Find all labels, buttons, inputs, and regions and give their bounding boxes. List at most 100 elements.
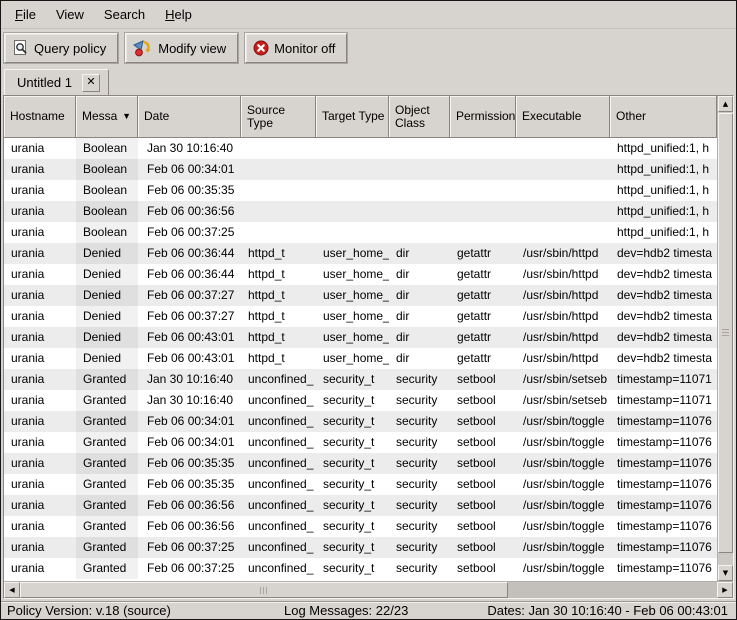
column-header-permission[interactable]: Permission — [450, 96, 516, 138]
cell-permission — [450, 180, 516, 201]
table-row[interactable]: uraniaBooleanFeb 06 00:35:35httpd_unifie… — [4, 180, 717, 201]
table-row[interactable]: uraniaGrantedFeb 06 00:37:25unconfined_s… — [4, 558, 717, 579]
tab-close-button[interactable]: ✕ — [82, 74, 100, 92]
cell-messa: Granted — [76, 537, 138, 558]
table-row[interactable]: uraniaDeniedFeb 06 00:37:27httpd_tuser_h… — [4, 306, 717, 327]
column-header-source-type[interactable]: Source Type — [241, 96, 316, 138]
cell-source-type — [241, 222, 316, 243]
table-header-row: Hostname Messa▼ Date Source Type Target … — [4, 96, 717, 138]
cell-target-type — [316, 138, 389, 159]
cell-date: Feb 06 00:36:44 — [138, 264, 241, 285]
cell-executable: /usr/sbin/toggle — [516, 432, 610, 453]
log-table-frame: Hostname Messa▼ Date Source Type Target … — [3, 95, 734, 599]
table-row[interactable]: uraniaBooleanFeb 06 00:34:01httpd_unifie… — [4, 159, 717, 180]
menu-item-accel: H — [165, 7, 174, 22]
cell-messa: Granted — [76, 432, 138, 453]
table-row[interactable]: uraniaGrantedFeb 06 00:34:01unconfined_s… — [4, 432, 717, 453]
cell-source-type: httpd_t — [241, 243, 316, 264]
column-header-executable[interactable]: Executable — [516, 96, 610, 138]
menu-view[interactable]: View — [49, 3, 91, 27]
horizontal-scrollbar-track[interactable] — [20, 582, 717, 598]
table-row[interactable]: uraniaGrantedFeb 06 00:35:35unconfined_s… — [4, 453, 717, 474]
cell-executable: /usr/sbin/toggle — [516, 516, 610, 537]
column-header-object-class[interactable]: Object Class — [389, 96, 450, 138]
table-row[interactable]: uraniaGrantedJan 30 10:16:40unconfined_s… — [4, 390, 717, 411]
cell-date: Jan 30 10:16:40 — [138, 138, 241, 159]
cell-target-type — [316, 201, 389, 222]
tab-untitled-1[interactable]: Untitled 1 ✕ — [4, 69, 109, 95]
column-header-label: Target Type — [322, 110, 384, 123]
cell-hostname: urania — [4, 495, 76, 516]
table-row[interactable]: uraniaDeniedFeb 06 00:36:44httpd_tuser_h… — [4, 243, 717, 264]
cell-source-type: unconfined_ — [241, 369, 316, 390]
table-row[interactable]: uraniaDeniedFeb 06 00:36:44httpd_tuser_h… — [4, 264, 717, 285]
column-header-label: Hostname — [10, 110, 65, 123]
vertical-scrollbar-track[interactable] — [718, 112, 733, 565]
cell-source-type — [241, 138, 316, 159]
cell-executable: /usr/sbin/setseb — [516, 369, 610, 390]
cell-messa: Denied — [76, 285, 138, 306]
table-row[interactable]: uraniaGrantedJan 30 10:16:40unconfined_s… — [4, 369, 717, 390]
cell-date: Feb 06 00:36:56 — [138, 516, 241, 537]
table-row[interactable]: uraniaDeniedFeb 06 00:37:27httpd_tuser_h… — [4, 285, 717, 306]
column-header-date[interactable]: Date — [138, 96, 241, 138]
column-header-hostname[interactable]: Hostname — [4, 96, 76, 138]
cell-other: httpd_unified:1, h — [610, 180, 717, 201]
horizontal-scrollbar-thumb[interactable] — [20, 582, 508, 598]
cell-source-type: unconfined_ — [241, 558, 316, 579]
cell-date: Feb 06 00:43:01 — [138, 348, 241, 369]
table-row[interactable]: uraniaGrantedFeb 06 00:34:01unconfined_s… — [4, 411, 717, 432]
vertical-scrollbar[interactable]: ▲ ▼ — [717, 96, 733, 581]
cell-executable — [516, 180, 610, 201]
cell-executable: /usr/sbin/httpd — [516, 327, 610, 348]
scroll-up-button[interactable]: ▲ — [718, 96, 733, 112]
column-header-target-type[interactable]: Target Type — [316, 96, 389, 138]
table-row[interactable]: uraniaGrantedFeb 06 00:35:35unconfined_s… — [4, 474, 717, 495]
cell-permission: setbool — [450, 537, 516, 558]
menu-help[interactable]: Help — [158, 3, 199, 27]
cell-object-class: security — [389, 474, 450, 495]
table-row[interactable]: uraniaGrantedFeb 06 00:37:25unconfined_s… — [4, 537, 717, 558]
cell-object-class: dir — [389, 327, 450, 348]
cell-object-class: security — [389, 453, 450, 474]
column-header-other[interactable]: Other — [610, 96, 717, 138]
cell-permission: getattr — [450, 285, 516, 306]
scroll-down-button[interactable]: ▼ — [718, 565, 733, 581]
cell-target-type: security_t — [316, 474, 389, 495]
cell-messa: Granted — [76, 474, 138, 495]
app-window: File View Search Help Query policy — [0, 0, 737, 620]
cell-messa: Denied — [76, 306, 138, 327]
cell-object-class: security — [389, 411, 450, 432]
table-row[interactable]: uraniaDeniedFeb 06 00:43:01httpd_tuser_h… — [4, 327, 717, 348]
menu-search[interactable]: Search — [97, 3, 152, 27]
modify-view-button[interactable]: Modify view — [125, 33, 238, 63]
cell-executable: /usr/sbin/toggle — [516, 537, 610, 558]
cell-source-type: httpd_t — [241, 285, 316, 306]
table-row[interactable]: uraniaBooleanJan 30 10:16:40httpd_unifie… — [4, 138, 717, 159]
table-row[interactable]: uraniaGrantedFeb 06 00:36:56unconfined_s… — [4, 516, 717, 537]
cell-target-type: user_home_ — [316, 285, 389, 306]
table-row[interactable]: uraniaBooleanFeb 06 00:36:56httpd_unifie… — [4, 201, 717, 222]
tab-label: Untitled 1 — [17, 75, 72, 90]
horizontal-scrollbar[interactable]: ◀ ▶ — [4, 581, 733, 598]
table-row[interactable]: uraniaBooleanFeb 06 00:37:25httpd_unifie… — [4, 222, 717, 243]
table-row[interactable]: uraniaGrantedFeb 06 00:36:56unconfined_s… — [4, 495, 717, 516]
cell-date: Feb 06 00:37:27 — [138, 306, 241, 327]
cell-source-type: httpd_t — [241, 348, 316, 369]
cell-other: timestamp=11076 — [610, 558, 717, 579]
query-policy-button[interactable]: Query policy — [4, 33, 118, 63]
cell-object-class: dir — [389, 348, 450, 369]
cell-permission: setbool — [450, 558, 516, 579]
table-row[interactable]: uraniaDeniedFeb 06 00:43:01httpd_tuser_h… — [4, 348, 717, 369]
cell-permission — [450, 159, 516, 180]
cell-other: timestamp=11076 — [610, 537, 717, 558]
cell-permission — [450, 201, 516, 222]
cell-target-type: security_t — [316, 432, 389, 453]
monitor-off-button[interactable]: Monitor off — [245, 33, 347, 63]
scrollbar-grip-icon — [722, 329, 729, 337]
vertical-scrollbar-thumb[interactable] — [718, 113, 733, 553]
menu-file[interactable]: File — [8, 3, 43, 27]
column-header-message[interactable]: Messa▼ — [76, 96, 138, 138]
scroll-right-button[interactable]: ▶ — [717, 582, 733, 598]
scroll-left-button[interactable]: ◀ — [4, 582, 20, 598]
